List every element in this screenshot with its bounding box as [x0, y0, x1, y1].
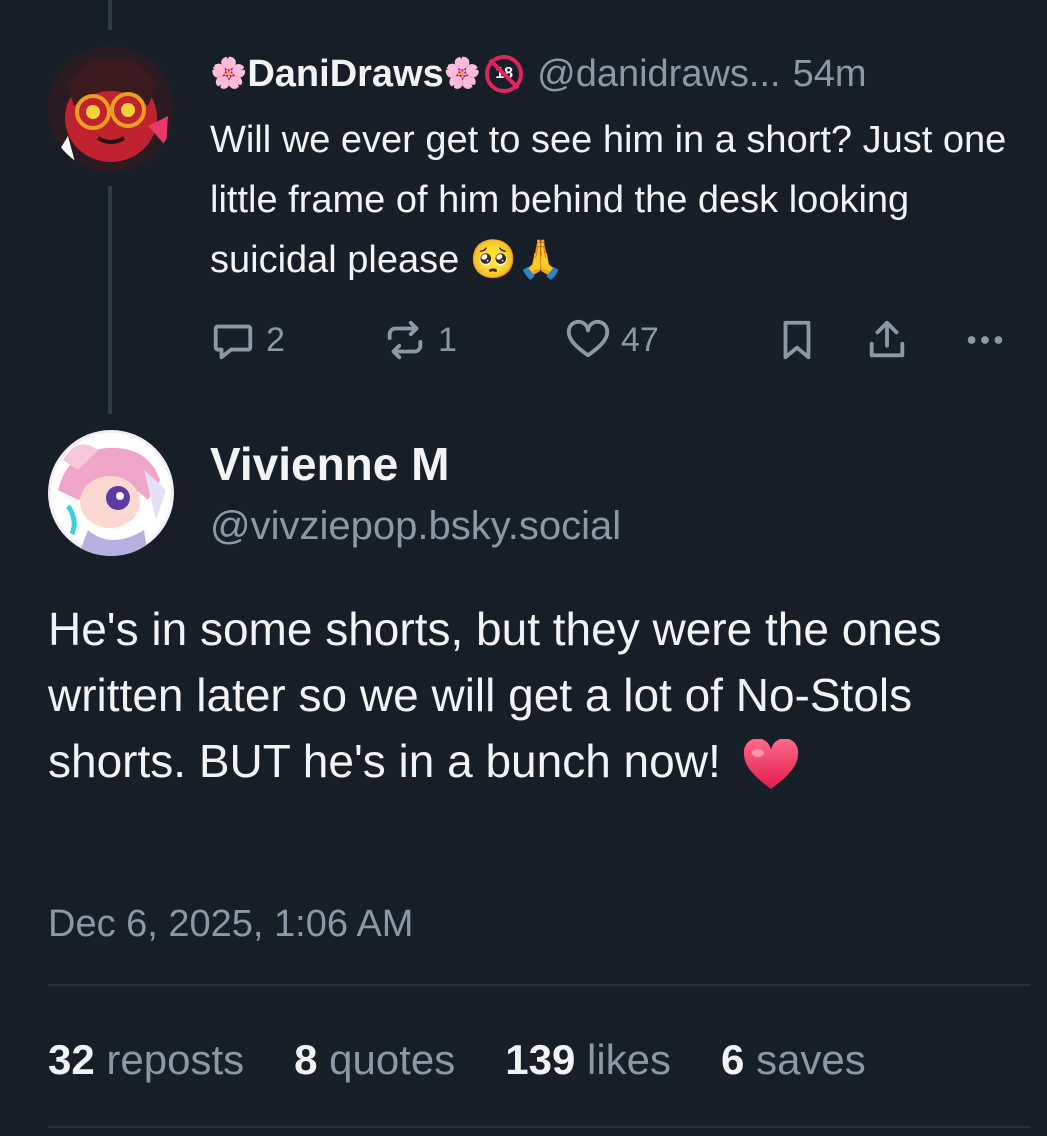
like-count: 47 [621, 320, 659, 359]
repost-button[interactable]: 1 [382, 310, 457, 370]
post-text-content: He's in some shorts, but they were the o… [48, 603, 942, 787]
danidraws-avatar[interactable] [48, 46, 174, 172]
quotes-count: 8 [294, 1036, 318, 1083]
author-display-name[interactable]: Vivienne M [210, 436, 449, 492]
author-handle[interactable]: @vivziepop.bsky.social [210, 498, 621, 554]
reply-icon [213, 324, 253, 360]
flower-emoji: 🌸 [210, 57, 248, 90]
quotes-label: quotes [329, 1036, 456, 1083]
parent-display-name[interactable]: 🌸 DaniDraws 🌸 18 [210, 48, 524, 100]
more-icon [967, 336, 1003, 344]
bookmark-icon [783, 320, 811, 360]
parent-post-actions: 2 1 47 [210, 310, 1030, 370]
likes-label: likes [587, 1036, 672, 1083]
divider [48, 984, 1030, 986]
nsfw-badge-text: 18 [495, 65, 514, 82]
reply-button[interactable]: 2 [210, 310, 285, 370]
likes-count: 139 [505, 1036, 576, 1083]
vivienne-avatar[interactable] [48, 430, 174, 556]
thread-line [108, 186, 112, 414]
repost-count: 1 [438, 320, 457, 359]
more-options-button[interactable] [962, 310, 1018, 370]
saves-stat[interactable]: 6 saves [721, 1030, 866, 1090]
like-button[interactable]: 47 [565, 310, 659, 370]
repost-icon [387, 320, 423, 360]
saves-label: saves [756, 1036, 866, 1083]
reposts-label: reposts [106, 1036, 245, 1083]
flower-emoji: 🌸 [443, 57, 482, 90]
parent-handle[interactable]: @danidraws... [537, 48, 780, 100]
parent-post-text: Will we ever get to see him in a short? … [210, 119, 1007, 281]
divider [48, 1126, 1030, 1128]
post-stats: 32 reposts 8 quotes 139 likes 6 saves [48, 1030, 916, 1090]
share-icon [869, 320, 905, 358]
nsfw-18-icon: 18 [485, 55, 524, 93]
parent-display-name-text: DaniDraws [247, 53, 444, 95]
likes-stat[interactable]: 139 likes [505, 1030, 671, 1090]
reply-count: 2 [266, 320, 285, 359]
parent-post-header: 🌸 DaniDraws 🌸 18 @danidraws... 54m [210, 48, 1040, 100]
saves-count: 6 [721, 1036, 745, 1083]
share-button[interactable] [864, 310, 920, 370]
reposts-stat[interactable]: 32 reposts [48, 1030, 244, 1090]
thread-line-top [108, 0, 112, 30]
post-text: He's in some shorts, but they were the o… [48, 596, 1028, 794]
quotes-stat[interactable]: 8 quotes [294, 1030, 455, 1090]
heart-emoji [743, 738, 798, 789]
reposts-count: 32 [48, 1036, 95, 1083]
parent-timestamp[interactable]: 54m [793, 48, 867, 100]
like-icon [566, 319, 610, 358]
post-timestamp: Dec 6, 2025, 1:06 AM [48, 903, 414, 945]
bookmark-button[interactable] [774, 310, 830, 370]
